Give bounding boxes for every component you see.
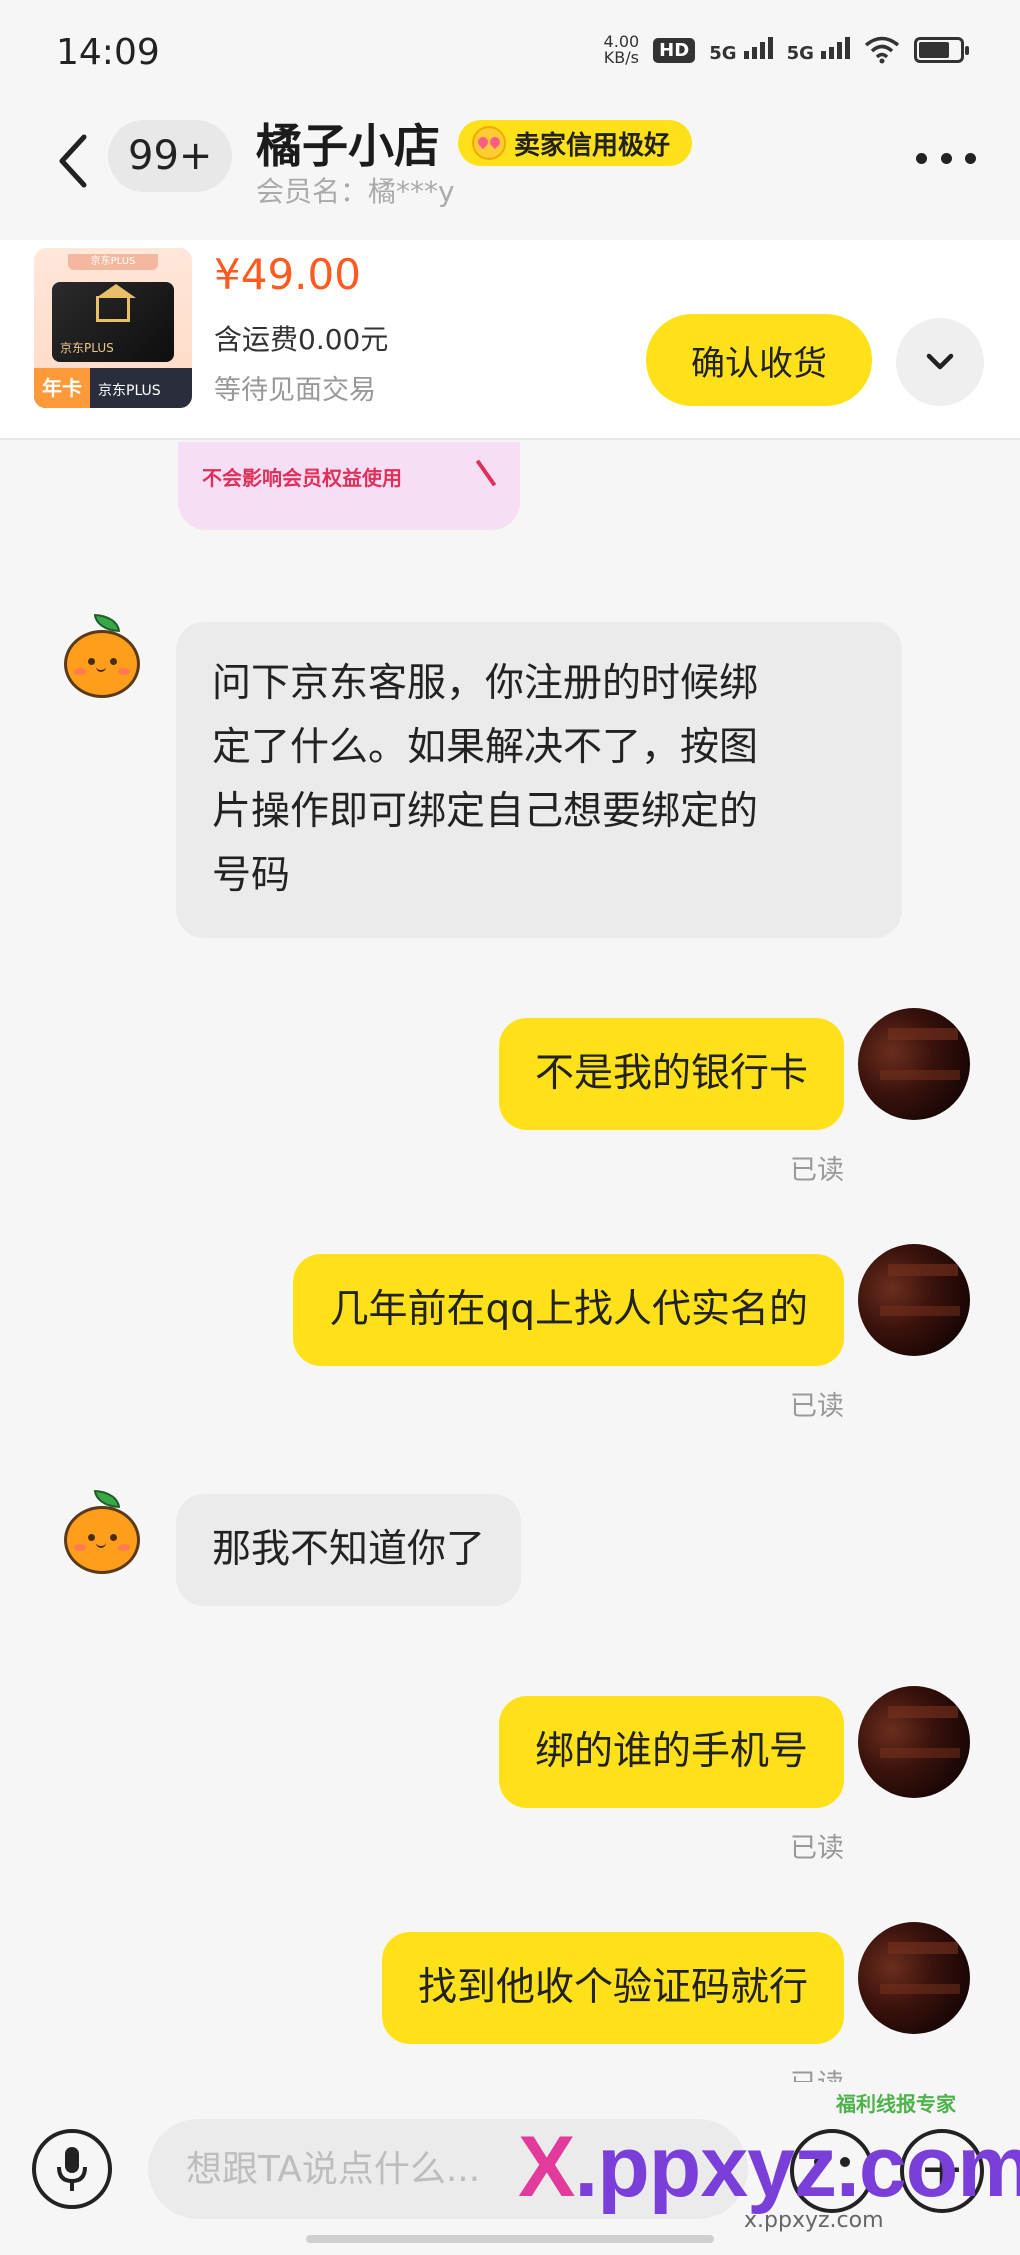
shipping-fee: 含运费0.00元 [214,323,389,356]
message-bubble-outgoing[interactable]: 绑的谁的手机号 [498,1696,844,1808]
signal-1-icon: 5G [709,36,773,64]
read-status: 已读 [790,1391,844,1422]
message-bubble-incoming[interactable]: 那我不知道你了 [176,1494,522,1606]
credit-badge-label: 卖家信用极好 [514,130,671,161]
order-status: 等待见面交易 [214,375,376,406]
thumb-plus-card: 京东PLUS [52,282,174,362]
thumb-card-label: 京东PLUS [60,341,114,355]
message-line: 问下京东客服，你注册的时候绑 [212,661,759,706]
watermark-subtext: x.ppxyz.com [744,2208,884,2233]
product-price: ¥49.00 [214,250,361,299]
message-bubble-outgoing[interactable]: 几年前在qq上找人代实名的 [293,1254,844,1366]
unread-count-badge[interactable]: 99+ [108,120,233,192]
signal-2-icon: 5G [786,36,850,64]
previous-image-message[interactable]: 不会影响会员权益使用 [178,442,520,530]
message-bubble-outgoing[interactable]: 不是我的银行卡 [498,1018,844,1130]
expand-button[interactable] [896,318,984,406]
thumb-bottom-bar: 年卡 京东PLUS [34,368,192,408]
user-avatar[interactable] [858,1008,970,1120]
previous-image-text: 不会影响会员权益使用 [202,466,402,490]
more-dots-icon [916,152,976,164]
hd-icon: HD [653,37,696,63]
back-chevron-icon [59,134,87,188]
read-status: 已读 [790,1833,844,1864]
message-bubble-incoming[interactable]: 问下京东客服，你注册的时候绑 定了什么。如果解决不了，按图 片操作即可绑定自己想… [176,622,902,938]
watermark: X.ppxyz.com [518,2118,1020,2217]
product-card[interactable]: 京东PLUS 京东PLUS 年卡 京东PLUS ¥49.00 含运费0.00元 … [0,240,1020,440]
status-time: 14:09 [56,32,160,73]
more-button[interactable] [916,138,976,178]
network-speed: 4.00 KB/s [604,34,640,66]
voice-button[interactable] [32,2129,112,2209]
battery-icon [914,37,969,63]
user-avatar[interactable] [858,1922,970,2034]
watermark-badge: 福利线报专家 [836,2092,956,2116]
product-thumbnail[interactable]: 京东PLUS 京东PLUS 年卡 京东PLUS [34,248,192,408]
signal-2-label: 5G [786,42,814,64]
status-indicators: 4.00 KB/s HD 5G 5G [604,34,969,66]
watermark-domain: .ppxyz.com [574,2119,1020,2215]
network-speed-unit: KB/s [603,48,639,67]
seller-avatar[interactable] [60,614,144,698]
crown-icon [96,284,136,322]
shop-name[interactable]: 橘子小店 [256,110,440,176]
seller-avatar[interactable] [60,1490,144,1574]
thumb-top-label: 京东PLUS [68,254,158,270]
status-bar: 14:09 4.00 KB/s HD 5G 5G [0,0,1020,110]
chevron-down-icon [926,353,954,370]
confirm-receipt-button[interactable]: 确认收货 [646,314,872,406]
chat-header: 99+ 橘子小店 卖家信用极好 会员名：橘***y [0,110,1020,240]
watermark-x: X [518,2119,575,2215]
credit-badge[interactable]: 卖家信用极好 [458,120,693,166]
back-button[interactable] [48,126,98,196]
read-status: 已读 [790,1155,844,1186]
home-indicator[interactable] [306,2235,714,2243]
member-name: 会员名：橘***y [256,175,455,208]
message-line: 片操作即可绑定自己想要绑定的 [212,789,759,834]
heart-eyes-emoji-icon [472,126,506,160]
chat-message-list[interactable]: 不会影响会员权益使用 问下京东客服，你注册的时候绑 定了什么。如果解决不了，按图… [0,442,1020,2082]
message-line: 定了什么。如果解决不了，按图 [212,725,759,770]
user-avatar[interactable] [858,1686,970,1798]
read-status: 已读 [790,2062,844,2082]
microphone-icon [57,2147,87,2191]
signal-1-label: 5G [709,42,737,64]
wifi-icon [864,36,900,64]
thumb-bottom-text: 京东PLUS [98,383,161,399]
message-line: 号码 [212,853,291,898]
thumb-year-label: 年卡 [34,368,90,408]
previous-image-mark [475,459,497,487]
user-avatar[interactable] [858,1244,970,1356]
message-bubble-outgoing[interactable]: 找到他收个验证码就行 [381,1932,844,2044]
